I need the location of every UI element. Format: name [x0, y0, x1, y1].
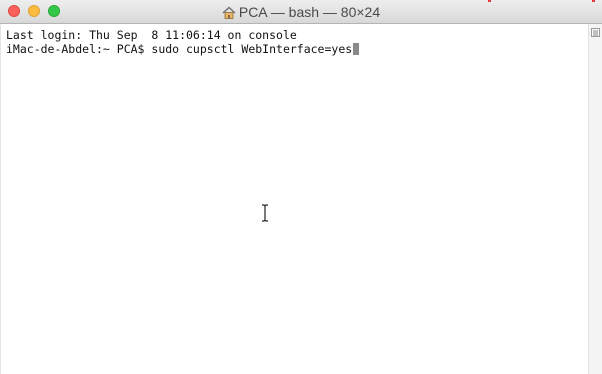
terminal-line-prompt: iMac-de-Abdel:~ PCA$ sudo cupsctl WebInt… [6, 42, 360, 56]
window-left-border [0, 24, 1, 374]
window-title-text: PCA — bash — 80×24 [238, 4, 381, 20]
title-bar[interactable]: PCA — bash — 80×24 [0, 0, 602, 24]
ibeam-cursor-icon [262, 204, 268, 222]
login-message: Last login: Thu Sep 8 11:06:14 on consol… [6, 28, 297, 42]
terminal-line-login: Last login: Thu Sep 8 11:06:14 on consol… [6, 28, 297, 42]
scrollbar[interactable] [588, 24, 602, 374]
terminal-window: PCA — bash — 80×24 Last login: Thu Sep 8… [0, 0, 602, 374]
edge-artifact [592, 0, 595, 2]
command-prompt: iMac-de-Abdel:~ PCA$ sudo cupsctl WebInt… [6, 42, 353, 56]
split-pane-icon[interactable] [591, 28, 600, 37]
window-title: PCA — bash — 80×24 [0, 0, 602, 24]
terminal-content[interactable]: Last login: Thu Sep 8 11:06:14 on consol… [0, 24, 588, 374]
text-cursor [353, 43, 360, 55]
home-folder-icon [222, 2, 236, 26]
edge-artifact [488, 0, 491, 2]
